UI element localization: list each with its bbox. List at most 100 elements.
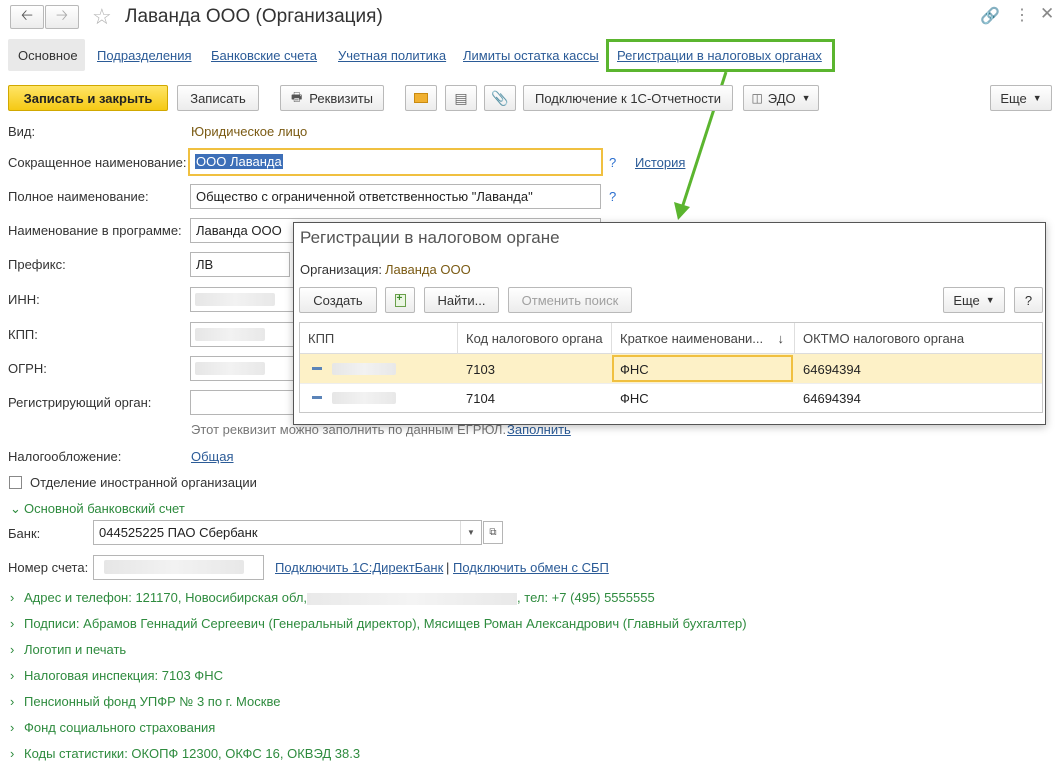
chevron-right-icon: › [10,616,15,631]
tab-bank-accounts[interactable]: Банковские счета [211,48,317,63]
column-short-name-label: Краткое наименовани... [620,331,764,346]
reg-authority-label: Регистрирующий орган: [8,395,152,410]
chevron-down-icon: ▼ [801,93,811,103]
sbp-link[interactable]: Подключить обмен с СБП [453,560,609,575]
window-title: Лаванда ООО (Организация) [125,6,383,27]
short-name-value: ООО Лаванда [195,154,283,169]
inn-field[interactable] [190,287,295,312]
save-button[interactable]: Записать [177,85,259,111]
arrow-left-icon: 🡠 [20,6,34,24]
redacted-kpp [195,328,265,341]
attach-button[interactable]: 📎 [484,85,516,111]
directbank-link[interactable]: Подключить 1С:ДиректБанк [275,560,443,575]
full-name-help-icon[interactable]: ? [609,189,616,204]
close-icon[interactable]: ✕ [1040,4,1054,24]
more-label: Еще [1000,90,1027,106]
bank-open-button[interactable]: ⧉ [483,521,503,544]
tax-registrations-dialog: Регистрации в налоговом органе Организац… [293,222,1046,425]
short-name-field[interactable]: ООО Лаванда [188,148,603,176]
column-oktmo[interactable]: ОКТМО налогового органа [795,323,1042,354]
prefix-field[interactable]: ЛВ [190,252,290,277]
history-link[interactable]: История [635,155,685,170]
chevron-down-icon: ▼ [467,528,475,537]
column-kpp[interactable]: КПП [300,323,458,354]
ogrn-field[interactable] [190,356,295,381]
tab-accounting-policy[interactable]: Учетная политика [338,48,446,63]
tab-tax-registrations[interactable]: Регистрации в налоговых органах [617,48,822,63]
column-short-name[interactable]: Краткое наименовани... ↓ [612,323,795,354]
dialog-create-button[interactable]: Создать [299,287,377,313]
redacted-address [307,592,518,605]
foreign-branch-checkbox[interactable] [9,476,22,489]
prefix-label: Префикс: [8,257,66,272]
taxation-label: Налогообложение: [8,449,122,464]
group-signatures[interactable]: › Подписи: Абрамов Геннадий Сергеевич (Ге… [10,616,747,631]
dialog-cancel-search-button[interactable]: Отменить поиск [508,287,632,313]
link-icon[interactable]: 🔗 [980,6,1000,26]
taxation-link[interactable]: Общая [191,449,234,464]
group-address-prefix: Адрес и телефон: 121170, Новосибирская о… [24,590,308,605]
account-field[interactable] [93,555,264,580]
kind-value[interactable]: Юридическое лицо [191,124,307,139]
mail-button[interactable] [405,85,437,111]
column-tax-code[interactable]: Код налогового органа [458,323,612,354]
row-short-name: ФНС [620,362,649,377]
reg-authority-field[interactable] [190,390,295,415]
requisites-button[interactable]: 🖶 Реквизиты [280,85,384,111]
kpp-field[interactable] [190,322,295,347]
forward-button[interactable]: 🡢 [45,5,79,29]
favorite-star-icon[interactable]: ☆ [92,4,112,30]
group-address[interactable]: › Адрес и телефон: 121170, Новосибирская … [10,590,655,605]
chevron-down-icon: ▼ [1032,93,1042,103]
tab-subdivisions[interactable]: Подразделения [97,48,192,63]
dialog-more-button[interactable]: Еще ▼ [943,287,1005,313]
dialog-copy-button[interactable]: + [385,287,415,313]
group-stat-codes-label: Коды статистики: ОКОПФ 12300, ОКФС 16, О… [24,746,361,761]
document-button[interactable]: ▤ [445,85,477,111]
account-label: Номер счета: [8,560,89,575]
dialog-org-value[interactable]: Лаванда ООО [385,262,471,277]
dialog-find-button[interactable]: Найти... [424,287,499,313]
chevron-right-icon: › [10,590,15,605]
group-logo-label: Логотип и печать [24,642,127,657]
group-logo[interactable]: › Логотип и печать [10,642,126,657]
tab-cash-limits[interactable]: Лимиты остатка кассы [463,48,599,63]
chevron-down-icon: ⌄ [10,501,21,516]
edo-button[interactable]: ◫ ЭДО ▼ [743,85,819,111]
more-button[interactable]: Еще ▼ [990,85,1052,111]
inn-label: ИНН: [8,292,40,307]
connect-reporting-button[interactable]: Подключение к 1С-Отчетности [523,85,733,111]
open-window-icon: ⧉ [489,527,497,538]
group-pension-fund-label: Пенсионный фонд УПФР № 3 по г. Москве [24,694,281,709]
full-name-label: Полное наименование: [8,189,149,204]
envelope-icon [414,93,428,103]
table-row[interactable]: 7103 ФНС 64694394 [300,354,1042,384]
bank-value: 044525225 ПАО Сбербанк [99,525,258,540]
row-short-name: ФНС [620,391,649,406]
group-stat-codes[interactable]: › Коды статистики: ОКОПФ 12300, ОКФС 16, … [10,746,360,761]
table-row[interactable]: 7104 ФНС 64694394 [300,384,1042,412]
save-and-close-button[interactable]: Записать и закрыть [8,85,168,111]
bank-dropdown-button[interactable]: ▼ [460,521,481,544]
foreign-branch-label: Отделение иностранной организации [30,475,257,490]
chevron-right-icon: › [10,668,15,683]
menu-dots-icon[interactable]: ⋮ [1014,5,1030,25]
add-copy-icon: + [394,293,406,307]
edo-label: ЭДО [767,90,796,106]
group-tax-inspection[interactable]: › Налоговая инспекция: 7103 ФНС [10,668,223,683]
chevron-right-icon: › [10,720,15,735]
dialog-title: Регистрации в налоговом органе [300,228,560,247]
back-button[interactable]: 🡠 [10,5,44,29]
dialog-table: КПП Код налогового органа Краткое наимен… [299,322,1043,413]
group-social-insurance[interactable]: › Фонд социального страхования [10,720,215,735]
redacted-account [104,560,244,574]
bank-section-toggle[interactable]: ⌄ Основной банковский счет [10,501,185,517]
bank-field[interactable]: 044525225 ПАО Сбербанк [93,520,482,545]
redacted-inn [195,293,275,306]
row-short-name-cell[interactable]: ФНС [612,355,793,382]
short-name-help-icon[interactable]: ? [609,155,616,170]
group-pension-fund[interactable]: › Пенсионный фонд УПФР № 3 по г. Москве [10,694,280,709]
sort-down-icon: ↓ [777,331,785,346]
full-name-field[interactable]: Общество с ограниченной ответственностью… [190,184,601,209]
dialog-help-button[interactable]: ? [1014,287,1043,313]
